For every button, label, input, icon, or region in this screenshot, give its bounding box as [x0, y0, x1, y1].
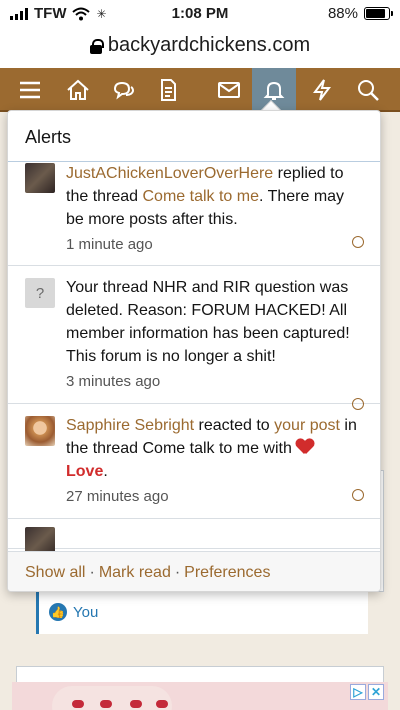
site-nav-bar — [0, 68, 400, 112]
avatar[interactable] — [25, 527, 55, 551]
like-icon: 👍 — [49, 603, 67, 621]
separator: · — [174, 563, 181, 581]
alert-user-link[interactable]: Sapphire Sebright — [66, 417, 194, 434]
ad-nail — [72, 700, 84, 708]
address-bar[interactable]: backyardchickens.com — [0, 28, 400, 62]
search-icon[interactable] — [352, 74, 384, 106]
mark-read-icon[interactable] — [352, 489, 364, 501]
alerts-title: Alerts — [25, 127, 72, 147]
alert-text: JustAChickenLoverOverHere replied to the… — [66, 162, 358, 231]
reaction-user[interactable]: You — [73, 604, 98, 621]
url-text: backyardchickens.com — [107, 33, 311, 56]
ad-nail — [130, 700, 142, 708]
status-bar: TFW ✳ 1:08 PM 88% — [0, 0, 400, 28]
menu-icon[interactable] — [14, 74, 46, 106]
alert-time: 1 minute ago — [66, 236, 153, 253]
avatar[interactable] — [25, 416, 55, 446]
preferences-link[interactable]: Preferences — [184, 564, 270, 582]
alert-item[interactable]: JustAChickenLoverOverHere replied to the… — [8, 162, 380, 266]
mail-icon[interactable] — [213, 74, 245, 106]
home-icon[interactable] — [62, 74, 94, 106]
ad-nail — [100, 700, 112, 708]
alert-time: 27 minutes ago — [66, 488, 169, 505]
reaction-bar[interactable]: 👍 You — [36, 590, 368, 634]
alert-item[interactable] — [8, 519, 380, 551]
battery-fill — [366, 9, 386, 18]
battery-percent: 88% — [327, 5, 358, 22]
alert-text: Sapphire Sebright reacted to your post i… — [66, 414, 358, 483]
battery-icon — [364, 7, 393, 20]
ad-nail — [156, 700, 168, 708]
lock-icon — [89, 38, 104, 54]
advertisement[interactable]: ▷ ✕ — [12, 682, 388, 710]
post-link[interactable]: your post — [274, 417, 340, 434]
avatar[interactable] — [25, 163, 55, 193]
chat-icon[interactable] — [108, 74, 140, 106]
show-all-link[interactable]: Show all — [25, 564, 85, 582]
mark-read-link[interactable]: Mark read — [99, 564, 171, 582]
thread-link[interactable]: Come talk to me — [143, 188, 259, 205]
avatar: ? — [25, 278, 55, 308]
alerts-footer: Show all · Mark read · Preferences — [8, 551, 380, 591]
alert-time: 3 minutes ago — [66, 373, 161, 390]
document-icon[interactable] — [152, 74, 184, 106]
alert-item[interactable]: Sapphire Sebright reacted to your post i… — [8, 404, 380, 519]
alert-list: JustAChickenLoverOverHere replied to the… — [8, 161, 380, 551]
reaction-label: Love — [66, 463, 104, 480]
ad-close-icon[interactable]: ✕ — [368, 684, 384, 700]
status-right: 88% — [327, 5, 393, 22]
mark-read-icon[interactable] — [352, 236, 364, 248]
alert-text: Your thread NHR and RIR question was del… — [66, 279, 350, 365]
alert-text-part: reacted to — [194, 417, 275, 434]
alerts-popup: Alerts JustAChickenLoverOverHere replied… — [7, 110, 381, 592]
ad-controls: ▷ ✕ — [350, 684, 384, 700]
ad-choices-icon[interactable]: ▷ — [350, 684, 366, 700]
ad-image — [52, 686, 172, 710]
alert-user-link[interactable]: JustAChickenLoverOverHere — [66, 165, 273, 182]
alert-item[interactable]: ? Your thread NHR and RIR question was d… — [8, 266, 380, 410]
avatar-letter: ? — [35, 284, 45, 302]
separator: · — [89, 563, 95, 581]
alert-text-part: . — [103, 463, 108, 480]
heart-icon — [296, 439, 314, 455]
lightning-icon[interactable] — [306, 74, 338, 106]
